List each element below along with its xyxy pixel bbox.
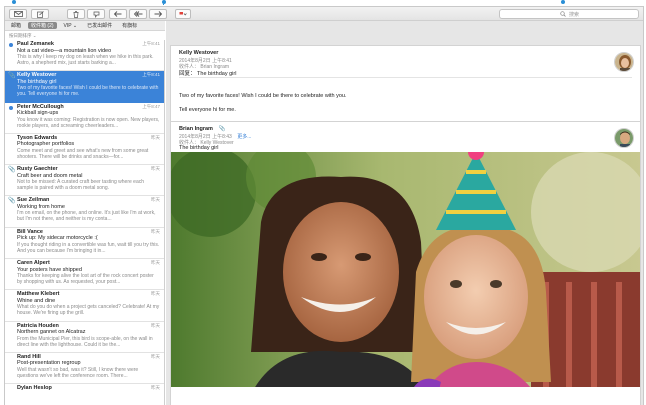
avatar-photo xyxy=(615,53,633,71)
fav-flagged[interactable]: 有旗标 xyxy=(119,22,140,29)
paperclip-icon: 📎 xyxy=(8,167,16,174)
message-time: 昨天 xyxy=(151,197,160,203)
reply-all-icon xyxy=(133,11,142,17)
message-time: 昨天 xyxy=(151,260,160,266)
junk-icon xyxy=(93,11,99,18)
message-time: 上午8:41 xyxy=(142,41,160,46)
mail-window: 搜索 邮箱 收件箱 (2) VIP ⌄ 已发出邮件 有旗标 按日期排序 ⌄ Pa… xyxy=(4,6,644,405)
message-time: 昨天 xyxy=(151,228,160,234)
message-list-item[interactable]: Peter McCullough 上午8:47 Kickball sign-ups Y… xyxy=(5,103,164,134)
search-placeholder: 搜索 xyxy=(569,11,580,18)
message-preview: Well that wasn't so bad, was it? Still, … xyxy=(17,366,139,379)
favorites-bar: 邮箱 收件箱 (2) VIP ⌄ 已发出邮件 有旗标 xyxy=(5,21,165,31)
get-mail-button[interactable] xyxy=(9,9,27,19)
message-preview: Come meet and greet and see what's new f… xyxy=(17,147,149,160)
photo-image xyxy=(171,152,640,387)
attached-photo xyxy=(171,152,640,387)
message-list-item[interactable]: Rand Hill 昨天 Post-presentation regroup Well… xyxy=(5,353,164,385)
envelope-icon xyxy=(13,11,23,17)
message-list-item[interactable]: Tyson Edwards 昨天 Photographer portfolios Co… xyxy=(5,134,164,166)
fav-sent[interactable]: 已发出邮件 xyxy=(84,22,115,29)
paperclip-icon: 📎 xyxy=(218,126,226,132)
message-preview: You know it was coming: Registration is … xyxy=(17,116,160,129)
avatar xyxy=(614,52,634,72)
message-card: Kelly Westover 2014年8月2日 上午8:41 收件人： Bri… xyxy=(170,45,641,129)
message-preview: I'm on email, on the phone, and online. … xyxy=(17,210,156,223)
sort-control[interactable]: 按日期排序 ⌄ xyxy=(5,31,165,40)
fav-vip[interactable]: VIP ⌄ xyxy=(61,22,81,29)
flag-icon xyxy=(179,12,187,16)
message-preview: Two of my favorite faces! Wish I could b… xyxy=(17,85,159,98)
sender-row: Brian Ingram 📎 xyxy=(179,126,225,132)
unread-dot-icon xyxy=(9,105,13,110)
toolbar: 搜索 xyxy=(5,7,643,21)
compose-icon xyxy=(36,10,44,18)
reading-pane: Kelly Westover 2014年8月2日 上午8:41 收件人： Bri… xyxy=(166,21,643,405)
message-preview: If you thought riding in a convertible w… xyxy=(17,241,160,254)
message-preview: From the Municipal Pier, this bird is sc… xyxy=(17,335,153,348)
fav-inbox[interactable]: 收件箱 (2) xyxy=(28,22,57,29)
message-time: 昨天 xyxy=(151,134,160,140)
message-list-item[interactable]: Bill Vance 昨天 Pick up: My sidecar motorcyc… xyxy=(5,228,164,260)
message-card: Brian Ingram 📎 2014年8月2日 上午8:43 更多... 收件… xyxy=(170,121,641,405)
junk-button[interactable] xyxy=(87,9,105,19)
message-preview: What do you do when a project gets cance… xyxy=(17,304,160,317)
message-time: 昨天 xyxy=(151,291,160,297)
trash-icon xyxy=(73,10,79,18)
message-time: 昨天 xyxy=(151,353,160,359)
message-list-item[interactable]: Matthew Klebert 昨天 Whine and dine What do y… xyxy=(5,290,164,322)
message-list-item[interactable]: 📎 Kelly Westover 上午8:41 The birthday girl Tw… xyxy=(5,71,164,103)
message-time: 昨天 xyxy=(151,385,160,391)
divider xyxy=(179,77,632,78)
message-list-item[interactable]: 📎 Rusty Gaechter 昨天 Craft beer and doom met… xyxy=(5,165,164,197)
message-preview: This is why I keep my dog on leash when … xyxy=(17,54,154,66)
message-preview: Not to be missed: A curated craft beer t… xyxy=(17,179,145,192)
paperclip-icon: 📎 xyxy=(8,73,16,80)
search-field[interactable]: 搜索 xyxy=(499,9,639,19)
message-list: Paul Zemanek 上午8:41 Not a cat video—a moun… xyxy=(5,40,165,405)
message-subject: 回复： The birthday girl xyxy=(179,71,237,77)
message-sender: Dylan Heslop xyxy=(17,385,52,392)
compose-button[interactable] xyxy=(31,9,49,19)
flag-button[interactable] xyxy=(175,9,191,19)
message-time: 上午8:41 xyxy=(142,72,160,78)
callout-dot xyxy=(162,0,166,4)
callout-dot xyxy=(12,0,16,4)
message-preview: Thanks for keeping alive the lost art of… xyxy=(17,273,154,286)
paperclip-icon: 📎 xyxy=(8,198,16,205)
message-list-item[interactable]: Paul Zemanek 上午8:41 Not a cat video—a moun… xyxy=(5,40,164,72)
message-list-item[interactable]: Caren Alpert 昨天 Your posters have shipped T… xyxy=(5,259,164,291)
avatar-photo xyxy=(615,129,633,147)
message-body: Tell everyone hi for me. xyxy=(179,107,236,113)
sender-name: Brian Ingram xyxy=(179,126,213,132)
forward-icon xyxy=(154,11,162,17)
message-time: 昨天 xyxy=(151,322,160,328)
message-list-item[interactable]: 📎 Sue Zeilman 昨天 Working from home I'm on em… xyxy=(5,196,164,228)
message-body: Two of my favorite faces! Wish I could b… xyxy=(179,93,347,99)
delete-button[interactable] xyxy=(67,9,85,19)
forward-button[interactable] xyxy=(149,9,167,19)
details-link[interactable]: 更多... xyxy=(237,134,251,140)
fav-mailboxes[interactable]: 邮箱 xyxy=(8,22,24,29)
message-subject: The birthday girl xyxy=(179,145,219,151)
reply-icon xyxy=(114,11,122,17)
message-time: 昨天 xyxy=(151,166,160,172)
avatar xyxy=(614,128,634,148)
message-time: 上午8:47 xyxy=(142,103,160,109)
sender-name: Kelly Westover xyxy=(179,50,219,56)
reply-button[interactable] xyxy=(109,9,127,19)
message-list-item[interactable]: Dylan Heslop 昨天 xyxy=(5,384,164,405)
callout-dot xyxy=(561,0,565,4)
unread-dot-icon xyxy=(9,43,13,47)
search-icon xyxy=(560,11,566,17)
message-list-item[interactable]: Patricia Houden 昨天 Northern gannet on Alca… xyxy=(5,322,164,353)
reply-all-button[interactable] xyxy=(129,9,147,19)
